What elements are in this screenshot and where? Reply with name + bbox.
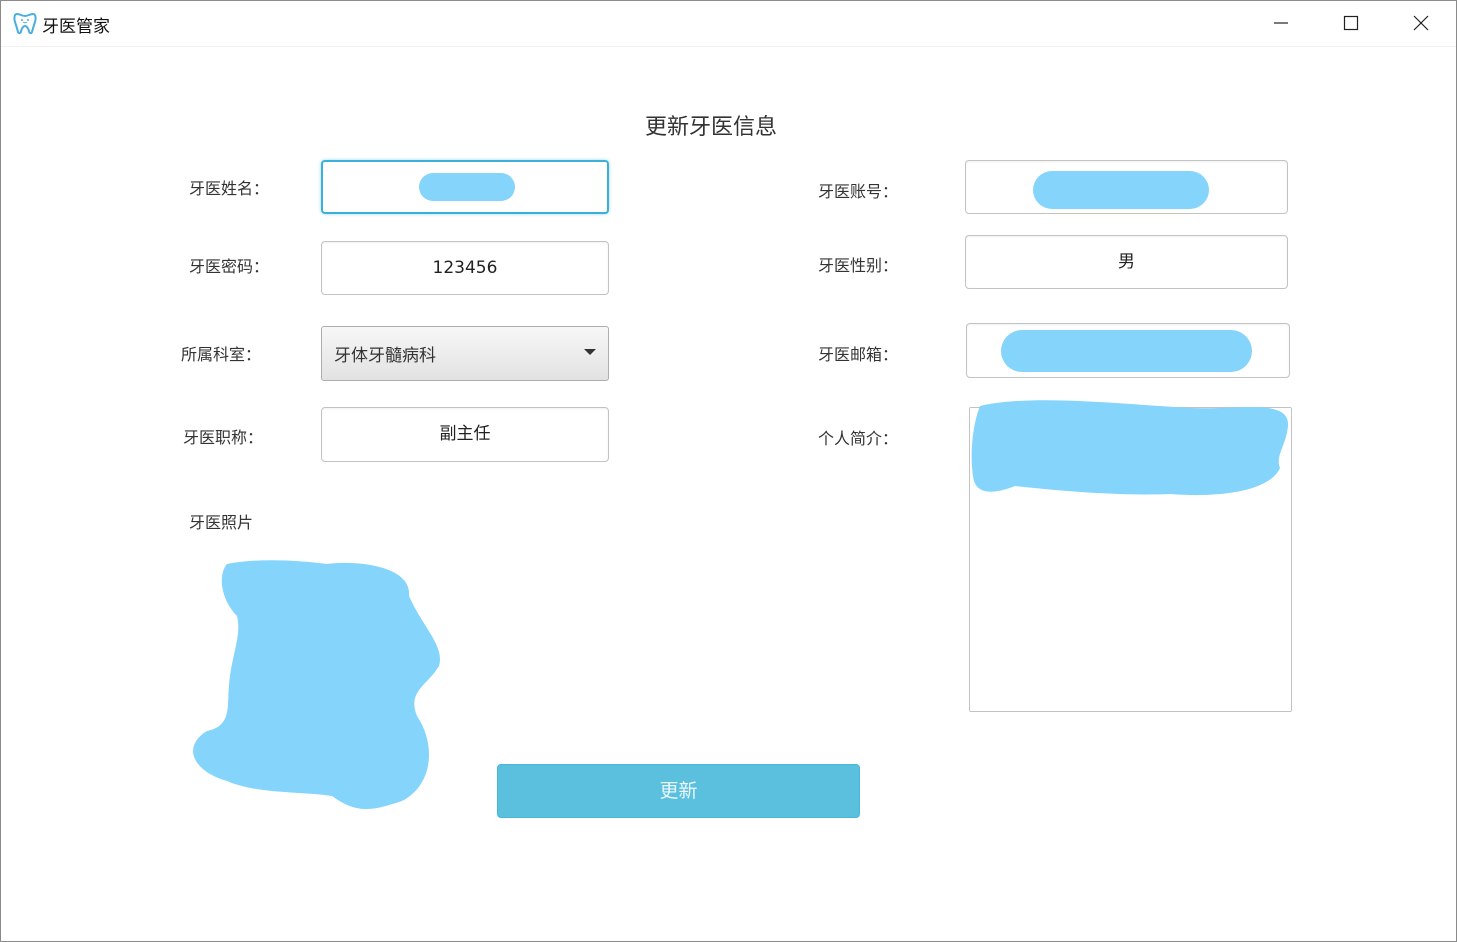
chevron-down-icon <box>584 349 596 355</box>
app-title: 牙医管家 <box>42 17 110 37</box>
account-input[interactable] <box>965 160 1288 214</box>
job-title-input[interactable]: 副主任 <box>321 407 609 462</box>
job-title-value: 副主任 <box>439 424 491 444</box>
password-input[interactable]: 123456 <box>321 241 609 295</box>
department-value: 牙体牙髓病科 <box>334 346 436 366</box>
email-label: 牙医邮箱： <box>818 345 899 364</box>
name-label: 牙医姓名： <box>189 179 270 198</box>
page-title: 更新牙医信息 <box>644 115 777 140</box>
gender-label: 牙医性别： <box>818 256 899 275</box>
maximize-icon <box>1343 15 1359 31</box>
photo-redaction <box>193 560 440 810</box>
maximize-button[interactable] <box>1316 1 1386 46</box>
title-bar[interactable]: 牙医管家 <box>1 1 1456 47</box>
department-label: 所属科室： <box>181 345 262 364</box>
dentist-photo[interactable] <box>187 556 447 816</box>
redaction-mark <box>419 173 515 201</box>
intro-textarea[interactable] <box>969 400 1292 712</box>
tooth-icon <box>12 10 38 36</box>
password-value: 123456 <box>432 258 498 278</box>
app-window: 牙医管家 更新牙医信息 牙医姓名： 牙医密码： 123456 所属科室： 牙体牙 <box>0 0 1457 942</box>
redaction-mark <box>1033 171 1209 209</box>
update-button[interactable]: 更新 <box>497 764 860 818</box>
minimize-icon <box>1274 22 1288 24</box>
department-select[interactable]: 牙体牙髓病科 <box>321 326 609 381</box>
intro-redaction <box>971 400 1289 496</box>
minimize-button[interactable] <box>1246 1 1316 46</box>
redaction-mark <box>1001 330 1252 372</box>
job-title-label: 牙医职称： <box>183 428 264 447</box>
intro-label: 个人简介： <box>818 429 899 448</box>
close-icon <box>1413 15 1429 31</box>
name-input[interactable] <box>321 160 609 214</box>
gender-value: 男 <box>1118 252 1135 272</box>
close-button[interactable] <box>1386 1 1456 46</box>
photo-label: 牙医照片 <box>189 513 254 532</box>
account-label: 牙医账号： <box>818 182 899 201</box>
email-input[interactable] <box>966 323 1290 378</box>
password-label: 牙医密码： <box>189 257 270 276</box>
gender-input[interactable]: 男 <box>965 235 1288 289</box>
